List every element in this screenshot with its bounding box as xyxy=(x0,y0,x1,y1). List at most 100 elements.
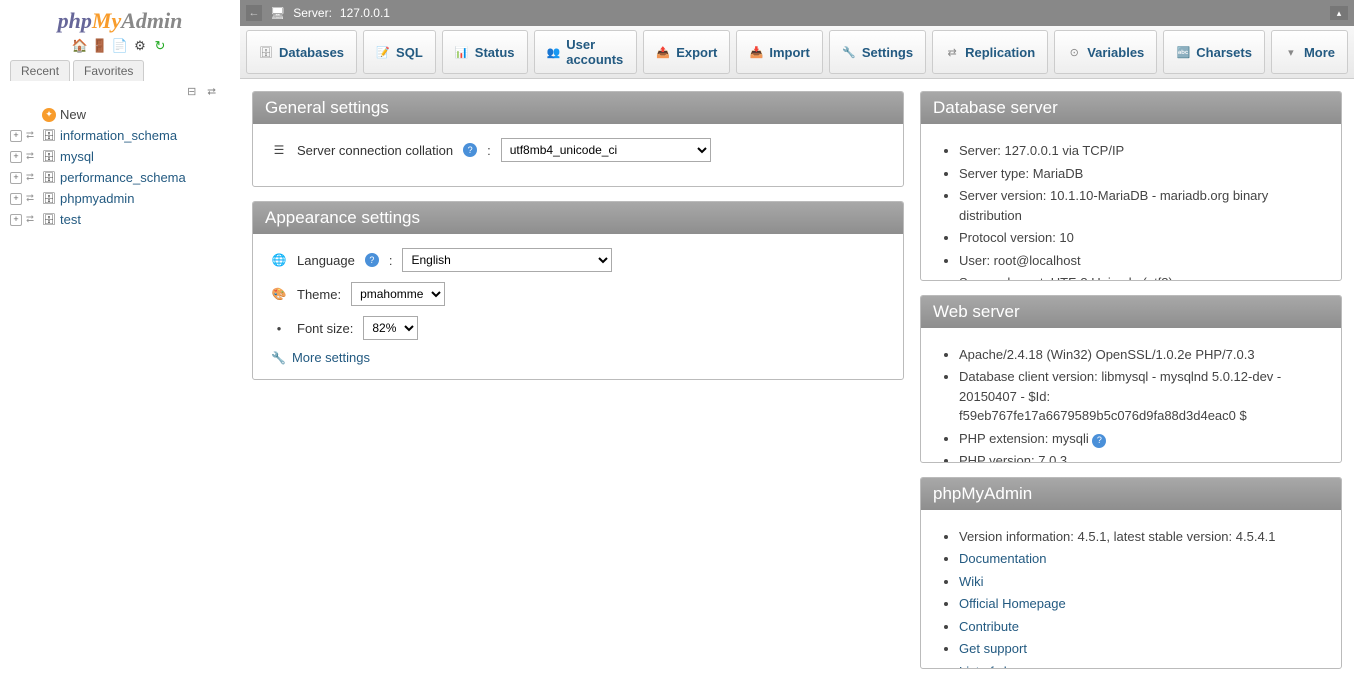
list-item: Get support xyxy=(959,639,1323,659)
expand-icon[interactable]: + xyxy=(10,193,22,205)
new-icon: ✦ xyxy=(42,108,56,122)
list-item: Apache/2.4.18 (Win32) OpenSSL/1.0.2e PHP… xyxy=(959,345,1323,365)
theme-select[interactable]: pmahomme xyxy=(351,282,445,306)
collapse-top-icon[interactable]: ▴ xyxy=(1330,6,1348,20)
tab-recent[interactable]: Recent xyxy=(10,60,70,81)
list-item: User: root@localhost xyxy=(959,251,1323,271)
tree-item[interactable]: +⮂🗄information_schema xyxy=(8,125,232,146)
logo: phpMyAdmin xyxy=(0,0,240,36)
menu-more[interactable]: ▾More xyxy=(1271,30,1348,74)
pma-link[interactable]: Contribute xyxy=(959,619,1019,634)
more-settings-link[interactable]: 🔧 More settings xyxy=(271,350,885,365)
help-icon[interactable]: ? xyxy=(1092,434,1106,448)
link-icon: ⮂ xyxy=(26,172,38,184)
pma-link[interactable]: List of changes xyxy=(959,664,1046,669)
theme-icon: 🎨 xyxy=(271,286,287,302)
list-item: PHP version: 7.0.3 xyxy=(959,451,1323,462)
theme-label: Theme: xyxy=(297,287,341,302)
panel-dbserver-heading: Database server xyxy=(921,92,1341,124)
expand-icon[interactable]: + xyxy=(10,130,22,142)
menu-sql[interactable]: 📝SQL xyxy=(363,30,436,74)
pma-link[interactable]: Documentation xyxy=(959,551,1046,566)
sidebar: phpMyAdmin 🏠 🚪 📄 ⚙ ↻ Recent Favorites ⊟ … xyxy=(0,0,240,681)
menu-import[interactable]: 📥Import xyxy=(736,30,822,74)
tree-item-label: test xyxy=(60,212,81,227)
tree-item[interactable]: +⮂🗄mysql xyxy=(8,146,232,167)
help-icon[interactable]: ? xyxy=(463,143,477,157)
home-icon[interactable]: 🏠 xyxy=(72,38,88,54)
charsets-icon: 🔤 xyxy=(1176,45,1190,59)
sql-icon: 📝 xyxy=(376,45,390,59)
tree-item[interactable]: +⮂🗄phpmyadmin xyxy=(8,188,232,209)
panel-appearance: Appearance settings 🌐 Language ?: Englis… xyxy=(252,201,904,380)
list-item: Documentation xyxy=(959,549,1323,569)
tree-controls: ⊟ ⮂ xyxy=(0,81,240,100)
database-icon: 🗄 xyxy=(42,150,56,164)
list-item: Protocol version: 10 xyxy=(959,228,1323,248)
pma-link[interactable]: Official Homepage xyxy=(959,596,1066,611)
menu-databases[interactable]: 🗄Databases xyxy=(246,30,357,74)
main: ← 🖥 Server: 127.0.0.1 ▴ 🗄Databases 📝SQL … xyxy=(240,0,1354,681)
list-item: List of changes xyxy=(959,662,1323,669)
menu-variables[interactable]: ⊙Variables xyxy=(1054,30,1157,74)
help-icon[interactable]: ? xyxy=(365,253,379,267)
fontsize-select[interactable]: 82% xyxy=(363,316,418,340)
panel-dbserver: Database server Server: 127.0.0.1 via TC… xyxy=(920,91,1342,281)
link-icon: ⮂ xyxy=(26,214,38,226)
docs-icon[interactable]: 📄 xyxy=(112,38,128,54)
menu-settings[interactable]: 🔧Settings xyxy=(829,30,926,74)
panel-appearance-heading: Appearance settings xyxy=(253,202,903,234)
expand-icon[interactable]: + xyxy=(10,214,22,226)
back-icon[interactable]: ← xyxy=(246,5,262,21)
settings-icon[interactable]: ⚙ xyxy=(132,38,148,54)
menubar: 🗄Databases 📝SQL 📊Status 👥User accounts 📤… xyxy=(240,26,1354,79)
chevron-down-icon: ▾ xyxy=(1284,45,1298,59)
language-select[interactable]: English xyxy=(402,248,612,272)
collapse-all-icon[interactable]: ⊟ xyxy=(184,85,196,97)
wrench-icon: 🔧 xyxy=(271,351,286,365)
status-icon: 📊 xyxy=(455,45,469,59)
tree-item[interactable]: +⮂🗄performance_schema xyxy=(8,167,232,188)
list-item: Wiki xyxy=(959,572,1323,592)
language-icon: 🌐 xyxy=(271,252,287,268)
users-icon: 👥 xyxy=(547,45,561,59)
collation-select[interactable]: utf8mb4_unicode_ci xyxy=(501,138,711,162)
expand-icon[interactable]: + xyxy=(10,151,22,163)
tree-item-label: information_schema xyxy=(60,128,177,143)
pma-link[interactable]: Get support xyxy=(959,641,1027,656)
list-item: Contribute xyxy=(959,617,1323,637)
tab-favorites[interactable]: Favorites xyxy=(73,60,144,81)
menu-charsets[interactable]: 🔤Charsets xyxy=(1163,30,1265,74)
tree-item-label: phpmyadmin xyxy=(60,191,134,206)
server-icon: 🖥 xyxy=(270,6,285,20)
database-icon: 🗄 xyxy=(42,192,56,206)
tree-item-label: mysql xyxy=(60,149,94,164)
list-item: Server: 127.0.0.1 via TCP/IP xyxy=(959,141,1323,161)
sidebar-tabs: Recent Favorites xyxy=(0,60,240,81)
pma-link[interactable]: Wiki xyxy=(959,574,984,589)
export-icon: 📤 xyxy=(656,45,670,59)
topbar: ← 🖥 Server: 127.0.0.1 ▴ xyxy=(240,0,1354,26)
expand-icon[interactable]: + xyxy=(10,172,22,184)
link-icon[interactable]: ⮂ xyxy=(204,86,216,98)
list-item: Server version: 10.1.10-MariaDB - mariad… xyxy=(959,186,1323,225)
menu-replication[interactable]: ⇄Replication xyxy=(932,30,1048,74)
menu-export[interactable]: 📤Export xyxy=(643,30,730,74)
panel-general-heading: General settings xyxy=(253,92,903,124)
panel-pma: phpMyAdmin Version information: 4.5.1, l… xyxy=(920,477,1342,669)
logout-icon[interactable]: 🚪 xyxy=(92,38,108,54)
panel-general: General settings ☰ Server connection col… xyxy=(252,91,904,187)
tree-new[interactable]: ✦ New xyxy=(8,104,232,125)
databases-icon: 🗄 xyxy=(259,45,273,59)
content: General settings ☰ Server connection col… xyxy=(240,79,1354,681)
list-item: Version information: 4.5.1, latest stabl… xyxy=(959,527,1323,547)
reload-icon[interactable]: ↻ xyxy=(152,38,168,54)
language-label: Language xyxy=(297,253,355,268)
panel-webserver-heading: Web server xyxy=(921,296,1341,328)
menu-status[interactable]: 📊Status xyxy=(442,30,528,74)
server-label: Server: xyxy=(293,6,332,20)
tree-item[interactable]: +⮂🗄test xyxy=(8,209,232,230)
menu-users[interactable]: 👥User accounts xyxy=(534,30,638,74)
database-icon: 🗄 xyxy=(42,171,56,185)
list-item: Server type: MariaDB xyxy=(959,164,1323,184)
